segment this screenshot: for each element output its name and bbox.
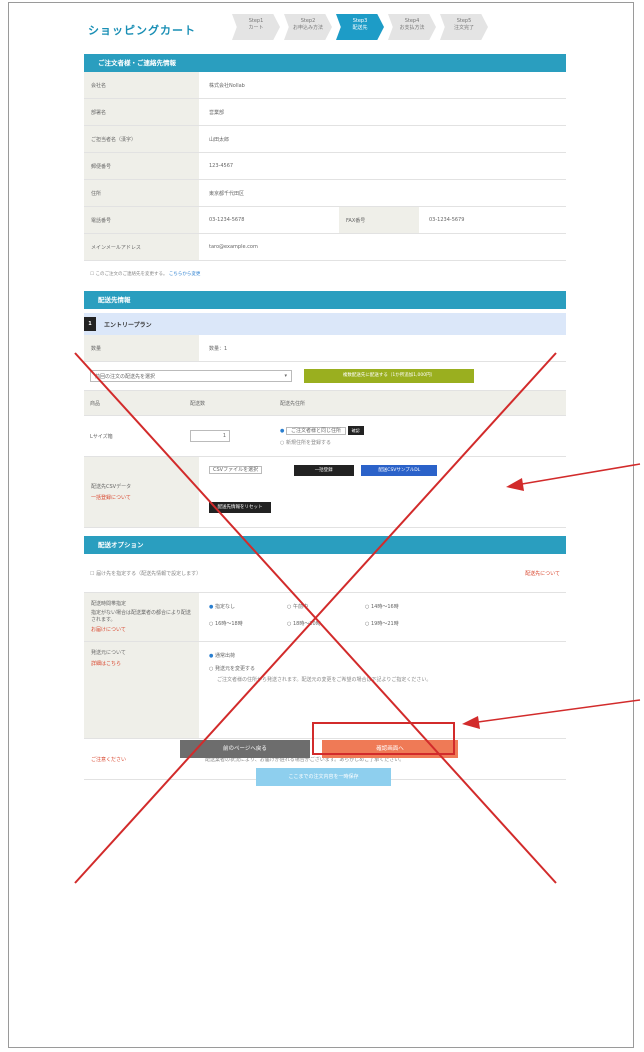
highlight-box	[312, 722, 455, 755]
annotation-overlay	[74, 352, 641, 884]
arrow-line	[477, 699, 641, 723]
arrow-head	[506, 478, 524, 491]
arrow-line	[521, 463, 641, 485]
arrow-head	[462, 716, 480, 729]
